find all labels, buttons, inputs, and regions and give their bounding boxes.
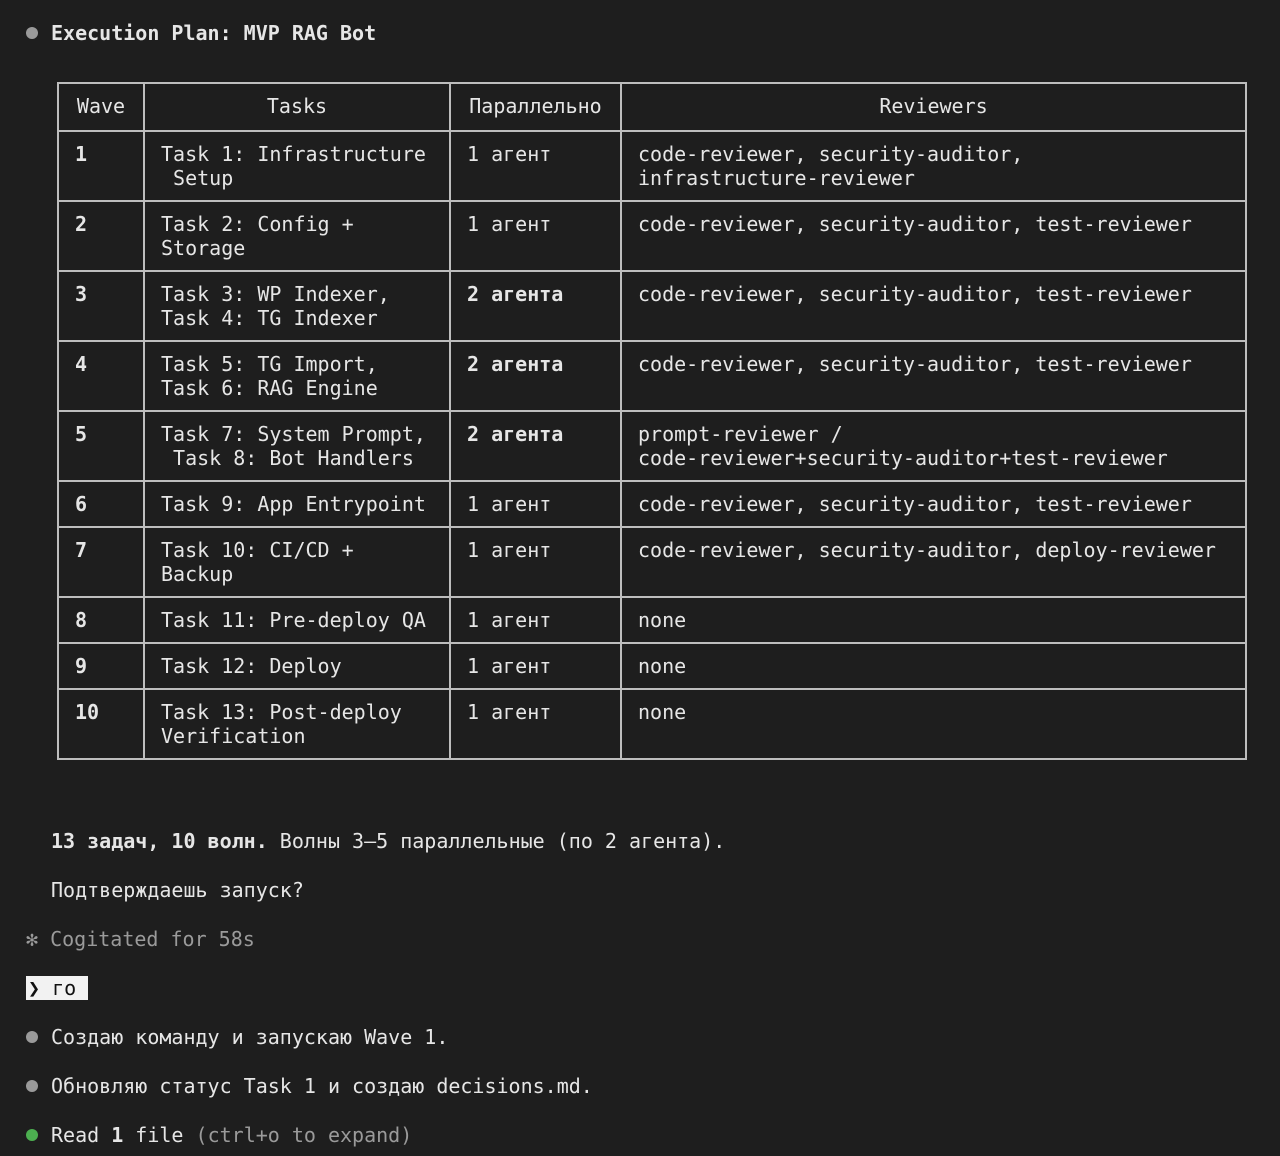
table-row: 8 Task 11: Pre-deploy QA 1 агент none [57,596,1247,644]
wave-cell: 7 [57,526,145,598]
user-prompt[interactable]: ❯ го [26,976,89,1000]
table-row: 5 Task 7: System Prompt, Task 8: Bot Han… [57,410,1247,482]
column-header-wave: Wave [57,82,145,132]
message-text: Создаю команду и запускаю Wave 1. [51,1025,449,1049]
table-row: 3 Task 3: WP Indexer, Task 4: TG Indexer… [57,270,1247,342]
parallel-cell: 1 агент [449,480,622,528]
parallel-cell: 1 агент [449,596,622,644]
table-row: 7 Task 10: CI/CD + Backup 1 агент code-r… [57,526,1247,598]
plan-title: Execution Plan: MVP RAG Bot [51,21,377,45]
read-count: 1 [111,1123,124,1147]
message-line: Создаю команду и запускаю Wave 1. [26,1023,448,1051]
reviewers-cell: prompt-reviewer / code-reviewer+security… [620,410,1247,482]
wave-cell: 10 [57,688,145,760]
table-row: 9 Task 12: Deploy 1 агент none [57,642,1247,690]
read-word: file [123,1123,184,1147]
tasks-cell: Task 9: App Entrypoint [143,480,451,528]
expand-hint: (ctrl+o to expand) [183,1123,413,1147]
read-file-line[interactable]: Read 1 file (ctrl+o to expand) [26,1121,412,1149]
reviewers-cell: code-reviewer, security-auditor, test-re… [620,480,1247,528]
reviewers-cell: code-reviewer, security-auditor, infrast… [620,130,1247,202]
parallel-cell: 2 агента [449,270,622,342]
reviewers-cell: none [620,642,1247,690]
confirm-question: Подтверждаешь запуск? [51,878,304,902]
plan-header: Execution Plan: MVP RAG Bot [26,19,376,47]
tasks-cell: Task 5: TG Import, Task 6: RAG Engine [143,340,451,412]
tasks-cell: Task 3: WP Indexer, Task 4: TG Indexer [143,270,451,342]
bullet-icon [26,1079,38,1092]
message-line: Обновляю статус Task 1 и создаю decision… [26,1072,593,1100]
parallel-cell: 2 агента [449,340,622,412]
column-header-tasks: Tasks [143,82,451,132]
read-prefix: Read [51,1123,112,1147]
tasks-cell: Task 2: Config + Storage [143,200,451,272]
execution-plan-table: Wave Tasks Параллельно Reviewers 1 Task … [57,82,1247,760]
reviewers-cell: code-reviewer, security-auditor, test-re… [620,340,1247,412]
summary-rest: Волны 3–5 параллельные (по 2 агента). [267,829,726,853]
cogitated-status: ✻ Cogitated for 58s [26,927,255,951]
wave-cell: 2 [57,200,145,272]
tasks-cell: Task 7: System Prompt, Task 8: Bot Handl… [143,410,451,482]
parallel-cell: 2 агента [449,410,622,482]
tasks-cell: Task 13: Post-deploy Verification [143,688,451,760]
tasks-cell: Task 12: Deploy [143,642,451,690]
table-row: 2 Task 2: Config + Storage 1 агент code-… [57,200,1247,272]
table-row: 4 Task 5: TG Import, Task 6: RAG Engine … [57,340,1247,412]
wave-cell: 9 [57,642,145,690]
success-bullet-icon [26,1128,38,1141]
wave-cell: 6 [57,480,145,528]
tasks-cell: Task 11: Pre-deploy QA [143,596,451,644]
reviewers-cell: code-reviewer, security-auditor, test-re… [620,270,1247,342]
reviewers-cell: code-reviewer, security-auditor, test-re… [620,200,1247,272]
parallel-cell: 1 агент [449,130,622,202]
parallel-cell: 1 агент [449,200,622,272]
bullet-icon [26,1030,38,1043]
message-text: Обновляю статус Task 1 и создаю decision… [51,1074,593,1098]
prompt-chevron-icon: ❯ [28,976,41,1000]
column-header-reviewers: Reviewers [620,82,1247,132]
reviewers-cell: code-reviewer, security-auditor, deploy-… [620,526,1247,598]
reviewers-cell: none [620,688,1247,760]
summary-line: 13 задач, 10 волн. Волны 3–5 параллельны… [26,827,725,855]
tasks-cell: Task 10: CI/CD + Backup [143,526,451,598]
table-row: 1 Task 1: Infrastructure Setup 1 агент c… [57,130,1247,202]
column-header-parallel: Параллельно [449,82,622,132]
tasks-cell: Task 1: Infrastructure Setup [143,130,451,202]
wave-cell: 5 [57,410,145,482]
bullet-icon [26,26,38,39]
parallel-cell: 1 агент [449,642,622,690]
prompt-text: го [52,976,77,1000]
parallel-cell: 1 агент [449,688,622,760]
wave-cell: 1 [57,130,145,202]
table-header-row: Wave Tasks Параллельно Reviewers [57,82,1247,132]
wave-cell: 8 [57,596,145,644]
parallel-cell: 1 агент [449,526,622,598]
summary-bold: 13 задач, 10 волн. [51,829,268,853]
table-row: 10 Task 13: Post-deploy Verification 1 а… [57,688,1247,760]
wave-cell: 4 [57,340,145,412]
wave-cell: 3 [57,270,145,342]
reviewers-cell: none [620,596,1247,644]
table-row: 6 Task 9: App Entrypoint 1 агент code-re… [57,480,1247,528]
